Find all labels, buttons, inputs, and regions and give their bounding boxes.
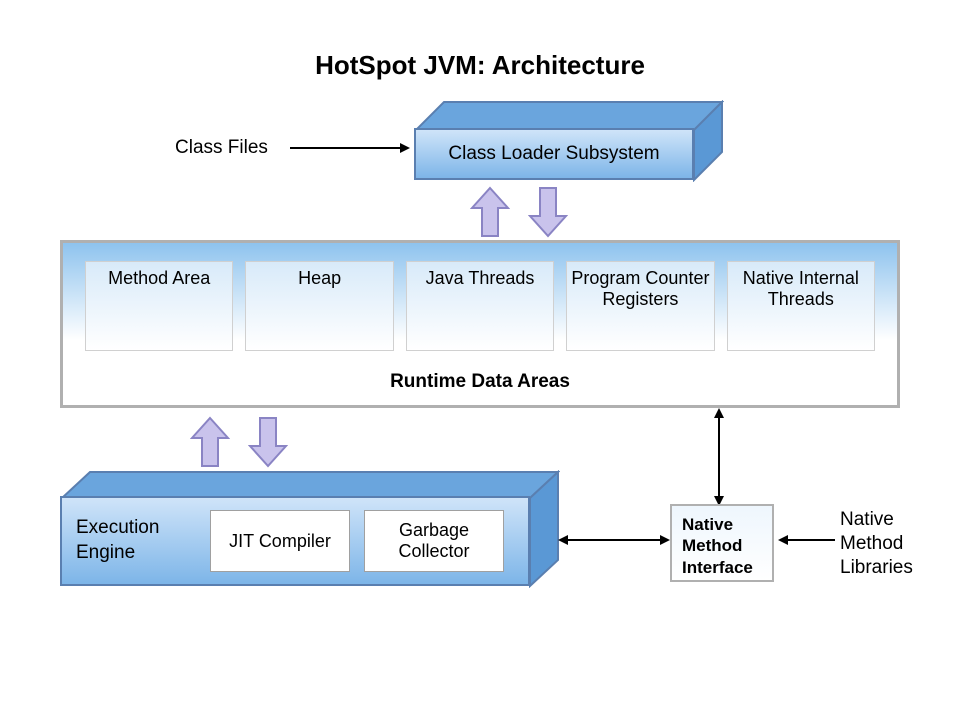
arrowhead-icon [778, 535, 788, 545]
arrow-runtime-to-nmi [718, 416, 720, 498]
class-files-label: Class Files [175, 136, 268, 160]
diagram-title: HotSpot JVM: Architecture [0, 50, 960, 81]
arrowhead-icon [558, 535, 568, 545]
class-loader-label: Class Loader Subsystem [448, 143, 659, 165]
runtime-cell: Java Threads [406, 261, 554, 351]
runtime-data-areas-panel: Method Area Heap Java Threads Program Co… [60, 240, 900, 408]
runtime-cell: Native Internal Threads [727, 261, 875, 351]
garbage-collector-box: Garbage Collector [364, 510, 504, 572]
runtime-cell: Method Area [85, 261, 233, 351]
arrowhead-icon [714, 408, 724, 418]
native-method-libraries-label: Native Method Libraries [840, 508, 940, 579]
arrowhead-icon [660, 535, 670, 545]
arrow-down-icon [528, 186, 568, 238]
arrow-up-icon [470, 186, 510, 238]
jit-compiler-box: JIT Compiler [210, 510, 350, 572]
native-method-interface-box: Native Method Interface [670, 504, 774, 582]
execution-engine-label: Execution Engine [76, 516, 186, 565]
class-loader-box: Class Loader Subsystem [414, 100, 724, 180]
runtime-caption: Runtime Data Areas [63, 371, 897, 393]
arrow-down-icon [248, 416, 288, 468]
arrow-classfiles-to-loader [290, 147, 402, 149]
arrowhead-icon [400, 143, 410, 153]
runtime-cell: Heap [245, 261, 393, 351]
runtime-cell: Program Counter Registers [566, 261, 714, 351]
arrow-exec-to-nmi [566, 539, 662, 541]
execution-engine-box: Execution Engine JIT Compiler Garbage Co… [60, 470, 560, 586]
arrow-libraries-to-nmi [787, 539, 835, 541]
arrow-up-icon [190, 416, 230, 468]
